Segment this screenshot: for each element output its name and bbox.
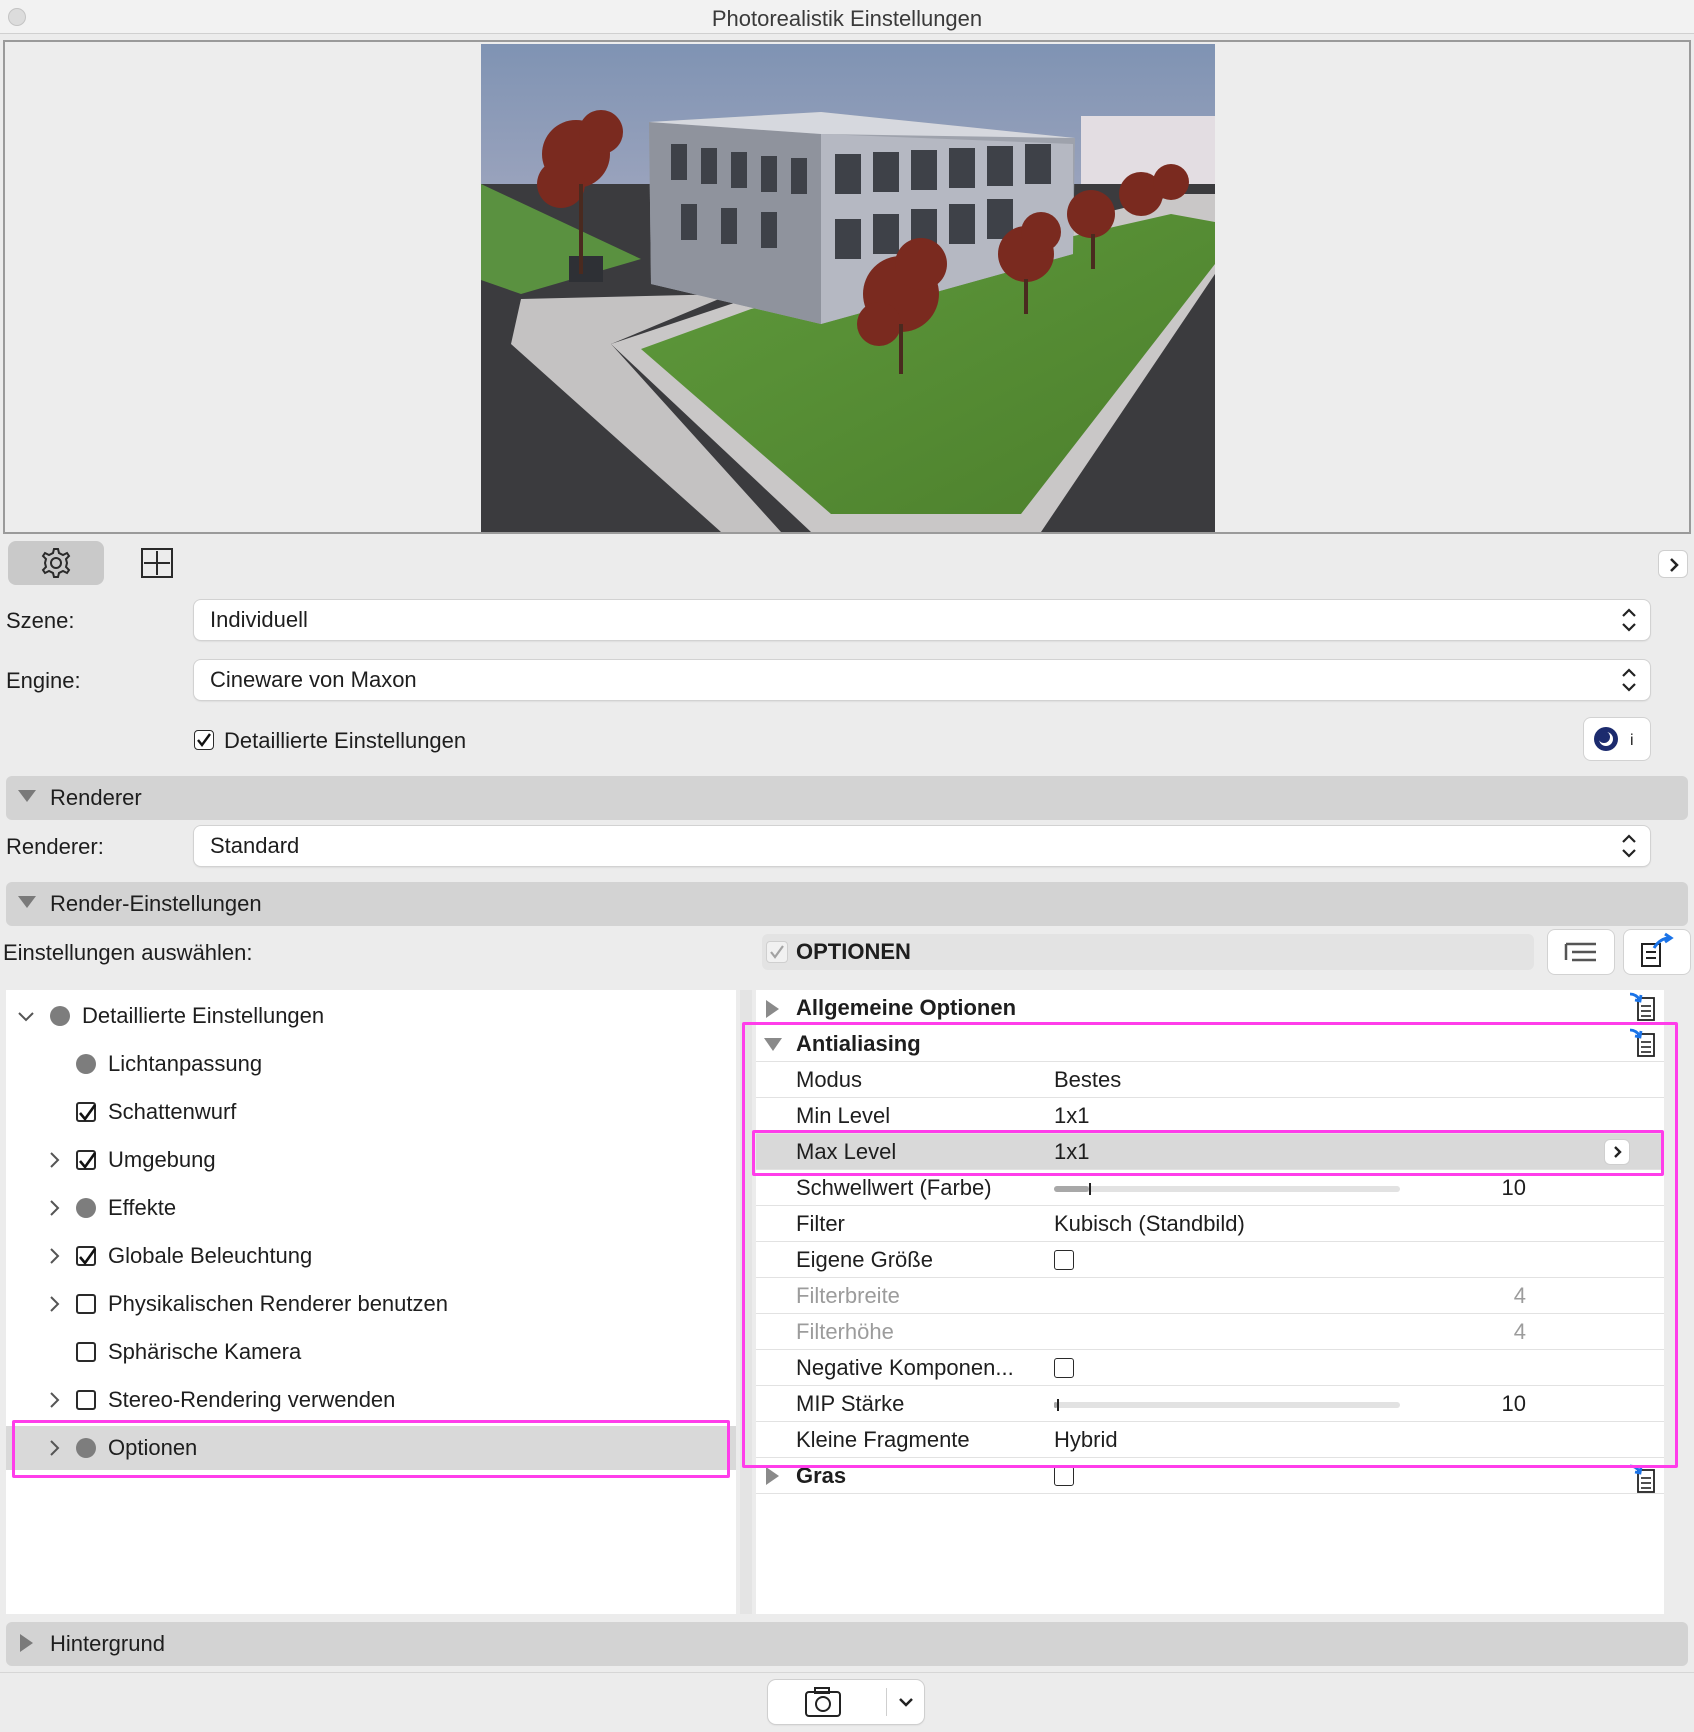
tree-item-label: Sphärische Kamera (108, 1339, 302, 1364)
group-general-options-label: Allgemeine Optionen (796, 995, 1017, 1020)
updown-arrows-icon (1622, 834, 1636, 858)
scene-select[interactable]: Individuell (194, 600, 1650, 640)
tree-item-checkbox[interactable] (76, 1102, 97, 1122)
size-tab-button[interactable] (130, 541, 182, 585)
svg-text:i: i (1630, 732, 1634, 749)
engine-label: Engine: (6, 668, 81, 693)
checkmark-icon (79, 1248, 97, 1266)
export-icon (1641, 932, 1674, 967)
engine-select[interactable]: Cineware von Maxon (194, 660, 1650, 700)
tree-item[interactable]: Lichtanpassung (6, 1042, 736, 1086)
scene-value: Individuell (210, 607, 308, 632)
cineware-info-button[interactable]: i (1584, 718, 1650, 760)
camera-icon (805, 1687, 841, 1717)
triangle-down-icon (18, 896, 36, 908)
checkmark-icon (770, 945, 784, 959)
gear-icon (41, 548, 71, 578)
checkmark-icon (79, 1152, 97, 1170)
chevron-down-icon[interactable] (16, 1006, 36, 1026)
render-preview (3, 40, 1691, 534)
fit-frame-icon (141, 548, 173, 578)
renderer-select[interactable]: Standard (194, 826, 1650, 866)
tree-item-checkbox[interactable] (76, 1150, 97, 1170)
annotation-highlight (752, 1130, 1664, 1176)
tree-item-label: Stereo-Rendering verwenden (108, 1387, 396, 1412)
renderer-section-header[interactable]: Renderer (6, 776, 1688, 820)
title-bar: Photorealistik Einstellungen (0, 0, 1694, 34)
chevron-right-icon (1670, 558, 1679, 572)
tree-item[interactable]: Detaillierte Einstellungen (6, 994, 736, 1038)
render-settings-section-header[interactable]: Render-Einstellungen (6, 882, 1688, 926)
options-header-title: OPTIONEN (796, 939, 911, 964)
tree-item[interactable]: Schattenwurf (6, 1090, 736, 1134)
options-header-checkbox[interactable] (766, 941, 788, 963)
tree-item[interactable]: Sphärische Kamera (6, 1330, 736, 1374)
select-settings-label: Einstellungen auswählen: (3, 940, 253, 965)
chevron-right-icon[interactable] (44, 1390, 64, 1410)
renderer-label: Renderer: (6, 834, 104, 859)
group-general-options[interactable]: Allgemeine Optionen (756, 990, 1664, 1026)
checkmark-icon (197, 733, 211, 747)
tree-item-label: Globale Beleuchtung (108, 1243, 313, 1268)
render-photo-button[interactable] (768, 1680, 924, 1724)
document-preset-icon[interactable] (1626, 990, 1660, 1024)
tree-item-checkbox[interactable] (76, 1342, 96, 1362)
renderer-value: Standard (210, 833, 300, 858)
gras-checkbox[interactable] (1054, 1466, 1074, 1486)
window-title: Photorealistik Einstellungen (711, 6, 983, 31)
tree-item-label: Detaillierte Einstellungen (82, 1003, 325, 1028)
cineware-info-icon: i (1594, 727, 1634, 751)
tree-item-label: Umgebung (108, 1147, 216, 1172)
checkmark-icon (79, 1104, 97, 1122)
tree-item-checkbox[interactable] (76, 1294, 96, 1314)
chevron-right-icon[interactable] (44, 1246, 64, 1266)
tree-item[interactable]: Globale Beleuchtung (6, 1234, 736, 1278)
engine-value: Cineware von Maxon (210, 667, 417, 692)
status-dot-icon (50, 1006, 70, 1026)
renderer-section-title: Renderer (50, 785, 142, 810)
tree-item-checkbox[interactable] (76, 1246, 97, 1266)
tree-item-label: Lichtanpassung (108, 1051, 263, 1076)
chevron-right-icon[interactable] (44, 1294, 64, 1314)
annotation-highlight (12, 1420, 730, 1478)
tree-item-label: Schattenwurf (108, 1099, 237, 1124)
triangle-right-icon (20, 1634, 33, 1652)
triangle-right-icon (766, 1000, 779, 1018)
settings-tree: Detaillierte Einstellungen Lichtanpassung… (6, 990, 736, 1614)
detailed-settings-checkbox[interactable] (194, 730, 214, 750)
tree-item[interactable]: Physikalischen Renderer benutzen (6, 1282, 736, 1326)
chevron-right-icon[interactable] (44, 1198, 64, 1218)
export-button[interactable] (1624, 930, 1690, 974)
status-dot-icon (76, 1198, 96, 1218)
updown-arrows-icon (1622, 668, 1636, 692)
list-view-button[interactable] (1548, 930, 1614, 974)
tree-item-checkbox[interactable] (76, 1390, 96, 1410)
scene-label: Szene: (6, 608, 75, 633)
list-view-icon (1564, 942, 1596, 962)
chevron-down-icon[interactable] (888, 1680, 924, 1724)
render-settings-section-title: Render-Einstellungen (50, 891, 262, 916)
button-divider (886, 1688, 887, 1716)
tree-item-label: Effekte (108, 1195, 177, 1220)
annotation-highlight (742, 1022, 1678, 1468)
background-section-title: Hintergrund (50, 1631, 165, 1656)
render-preview-image (481, 44, 1215, 532)
background-section-header[interactable]: Hintergrund (6, 1622, 1688, 1666)
triangle-right-icon (766, 1467, 779, 1485)
tree-item-label: Physikalischen Renderer benutzen (108, 1291, 448, 1316)
tree-item[interactable]: Umgebung (6, 1138, 736, 1182)
chevron-right-icon[interactable] (44, 1150, 64, 1170)
triangle-down-icon (18, 790, 36, 802)
tree-item[interactable]: Stereo-Rendering verwenden (6, 1378, 736, 1422)
status-dot-icon (76, 1054, 96, 1074)
tree-item[interactable]: Effekte (6, 1186, 736, 1230)
options-header: OPTIONEN (762, 934, 1534, 970)
detailed-settings-label: Detaillierte Einstellungen (224, 728, 467, 753)
updown-arrows-icon (1622, 608, 1636, 632)
expand-panel-button[interactable] (1658, 550, 1688, 578)
settings-tab-button[interactable] (8, 541, 104, 585)
